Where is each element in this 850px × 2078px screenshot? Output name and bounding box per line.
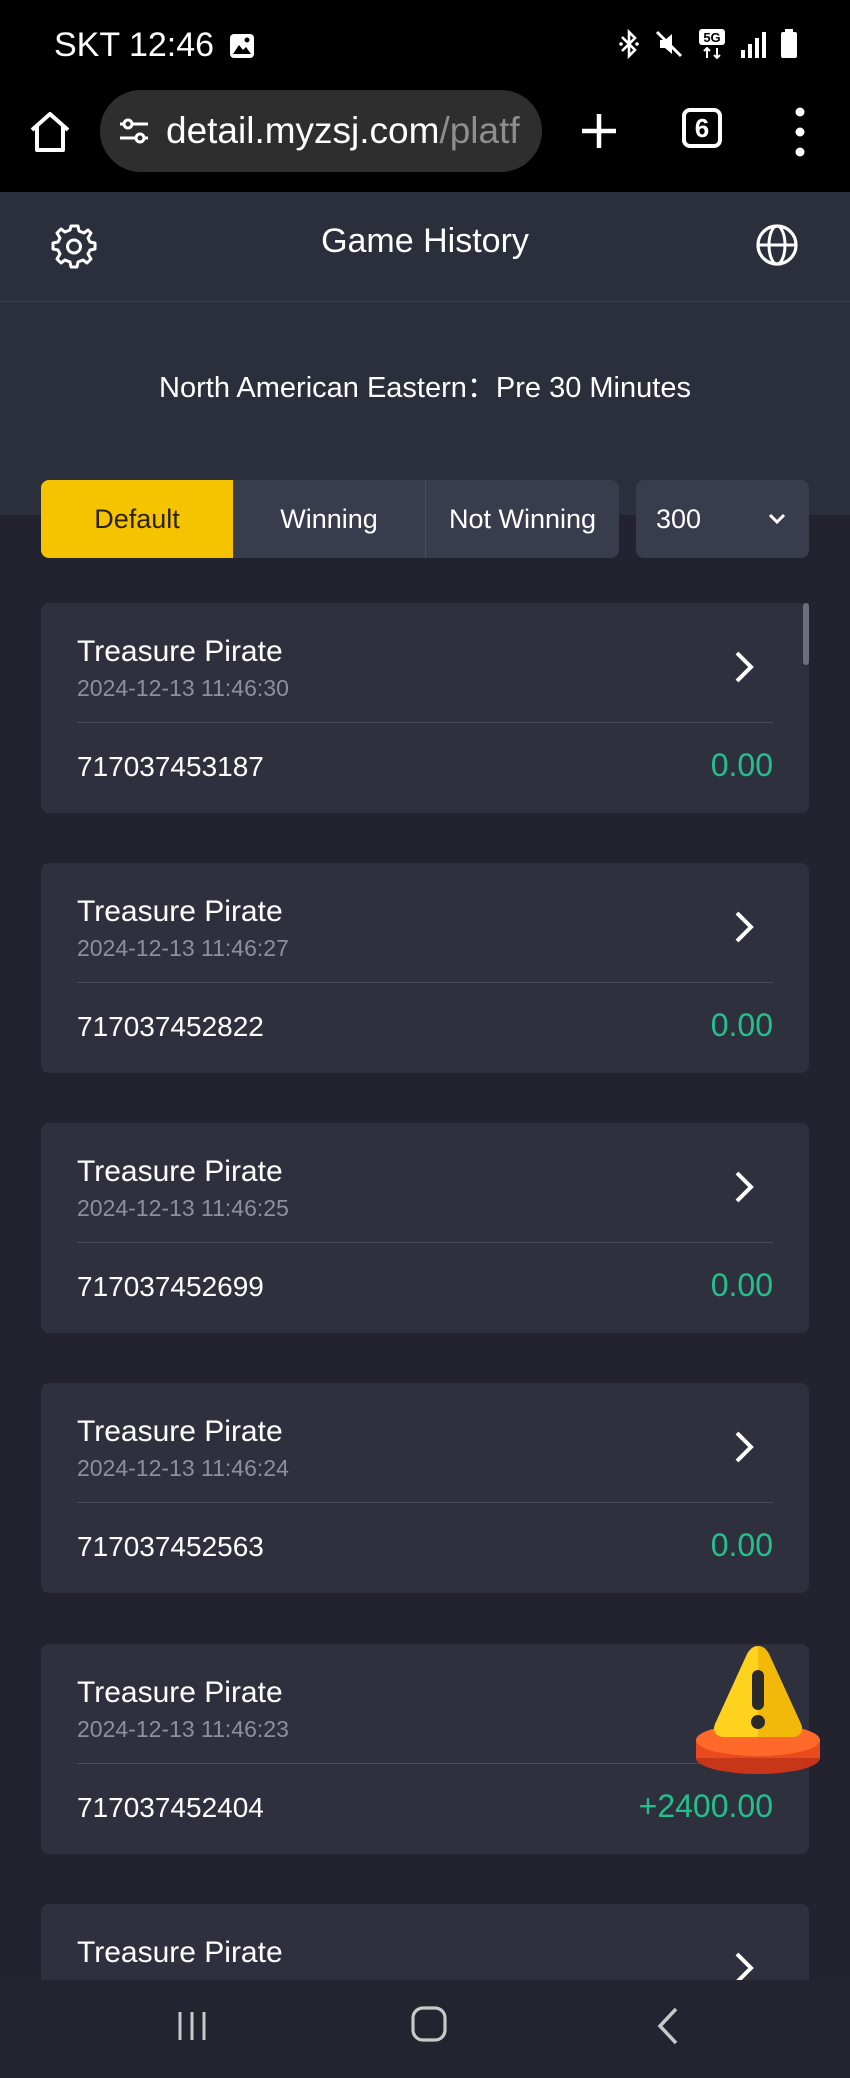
card-divider — [77, 1502, 773, 1503]
win-amount: +2400.00 — [638, 1788, 773, 1824]
history-card[interactable]: Treasure Pirate — [41, 1904, 809, 1980]
game-name: Treasure Pirate — [77, 895, 283, 928]
history-card[interactable]: Treasure Pirate 2024-12-13 11:46:30 7170… — [41, 603, 809, 813]
card-divider — [77, 722, 773, 723]
svg-text:5G: 5G — [703, 30, 720, 45]
new-tab-icon[interactable] — [574, 106, 624, 156]
play-time: 2024-12-13 11:46:25 — [77, 1195, 289, 1221]
warning-icon[interactable] — [693, 1642, 823, 1776]
browser-toolbar: detail.myzsj.com/platf 6 — [0, 90, 850, 192]
chevron-right-icon[interactable] — [731, 1429, 757, 1465]
status-left: SKT 12:46 — [54, 26, 256, 65]
gallery-icon — [230, 33, 255, 58]
chevron-right-icon[interactable] — [731, 909, 757, 945]
timezone-label: North American Eastern：Pre 30 Minutes — [159, 372, 691, 404]
result-filter-tabs: Default Winning Not Winning — [41, 480, 619, 558]
recent-apps-icon[interactable] — [174, 2008, 210, 2044]
round-id: 717037452822 — [77, 1011, 264, 1042]
history-card[interactable]: Treasure Pirate 2024-12-13 11:46:27 7170… — [41, 863, 809, 1073]
play-time: 2024-12-13 11:46:27 — [77, 935, 289, 961]
round-id: 717037452404 — [77, 1792, 264, 1823]
url-text[interactable]: detail.myzsj.com/platf — [166, 110, 520, 152]
tab-not-winning[interactable]: Not Winning — [426, 480, 619, 558]
tab-winning[interactable]: Winning — [233, 480, 426, 558]
chevron-right-icon[interactable] — [731, 1169, 757, 1205]
more-options-icon[interactable] — [788, 104, 812, 160]
round-id: 717037452699 — [77, 1271, 264, 1302]
record-count-select[interactable]: 300 — [636, 480, 809, 558]
round-id: 717037453187 — [77, 751, 264, 782]
chevron-down-icon — [768, 513, 786, 525]
history-card[interactable]: Treasure Pirate 2024-12-13 11:46:25 7170… — [41, 1123, 809, 1333]
tab-default[interactable]: Default — [41, 480, 233, 558]
5g-icon: 5G — [699, 29, 725, 60]
tab-count: 6 — [694, 112, 710, 143]
mute-icon — [655, 30, 683, 58]
url-host: detail.myzsj.com — [166, 110, 440, 151]
address-bar[interactable]: detail.myzsj.com/platf — [100, 90, 542, 172]
chevron-right-icon[interactable] — [731, 1950, 757, 1980]
back-icon[interactable] — [654, 2006, 682, 2046]
clock: 12:46 — [128, 26, 215, 64]
home-nav-icon[interactable] — [410, 2005, 448, 2043]
signal-icon — [741, 32, 766, 58]
carrier-label: SKT — [54, 26, 120, 64]
play-time: 2024-12-13 11:46:23 — [77, 1716, 289, 1742]
card-divider — [77, 1763, 773, 1764]
history-card[interactable]: Treasure Pirate 2024-12-13 11:46:24 7170… — [41, 1383, 809, 1593]
game-name: Treasure Pirate — [77, 1415, 283, 1448]
status-right: 5G — [618, 28, 798, 60]
win-amount: 0.00 — [710, 1527, 773, 1563]
globe-icon[interactable] — [754, 222, 800, 268]
play-time: 2024-12-13 11:46:30 — [77, 675, 289, 701]
win-amount: 0.00 — [710, 1007, 773, 1043]
record-count-value: 300 — [656, 503, 702, 534]
scrollbar-thumb[interactable] — [803, 603, 809, 665]
play-time: 2024-12-13 11:46:24 — [77, 1455, 289, 1481]
page-title: Game History — [321, 222, 529, 260]
bluetooth-icon — [619, 29, 639, 59]
game-name: Treasure Pirate — [77, 1676, 283, 1709]
game-name: Treasure Pirate — [77, 1936, 283, 1969]
home-icon[interactable] — [26, 108, 74, 156]
tab-switcher-button[interactable]: 6 — [682, 108, 722, 148]
system-nav-bar — [0, 1980, 850, 2078]
game-name: Treasure Pirate — [77, 635, 283, 668]
url-path: /platf — [439, 110, 520, 151]
game-name: Treasure Pirate — [77, 1155, 283, 1188]
card-divider — [77, 1242, 773, 1243]
chevron-right-icon[interactable] — [731, 649, 757, 685]
win-amount: 0.00 — [710, 747, 773, 783]
filter-row: Default Winning Not Winning 300 — [41, 480, 809, 558]
status-time: SKT 12:46 — [54, 26, 214, 65]
round-id: 717037452563 — [77, 1531, 264, 1562]
win-amount: 0.00 — [710, 1267, 773, 1303]
battery-icon — [781, 29, 797, 58]
site-settings-icon[interactable] — [116, 113, 152, 149]
app-header: Game History — [0, 192, 850, 302]
status-bar: SKT 12:46 5G — [0, 0, 850, 90]
card-divider — [77, 982, 773, 983]
